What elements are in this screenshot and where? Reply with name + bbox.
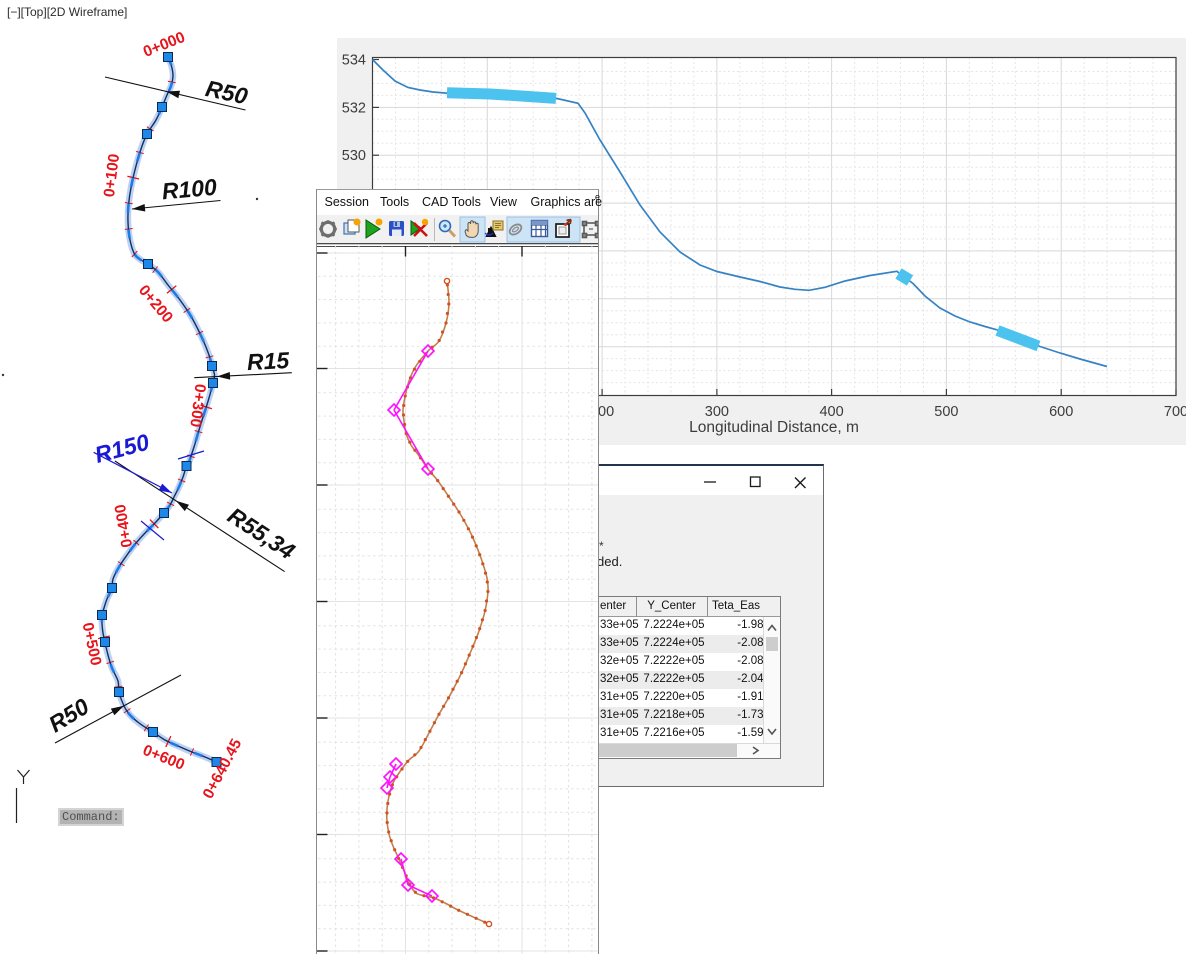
svg-text:0+640.45: 0+640.45	[200, 736, 246, 802]
svg-text:0+100: 0+100	[101, 153, 123, 198]
svg-text:R50: R50	[44, 693, 94, 738]
svg-text:0+300: 0+300	[186, 383, 208, 428]
svg-text:300: 300	[705, 404, 729, 420]
svg-text:530: 530	[342, 148, 366, 164]
svg-text:534: 534	[342, 53, 366, 69]
svg-text:Longitudinal Distance, m: Longitudinal Distance, m	[689, 419, 859, 436]
svg-text:600: 600	[1049, 404, 1073, 420]
svg-text:700: 700	[1164, 404, 1186, 420]
svg-text:400: 400	[819, 404, 843, 420]
svg-text:R55,34: R55,34	[223, 502, 300, 564]
svg-text:R100: R100	[161, 174, 218, 205]
svg-text:R50: R50	[203, 75, 250, 109]
svg-text:0+400: 0+400	[112, 503, 136, 549]
svg-text:R15: R15	[246, 347, 291, 375]
svg-text:R150: R150	[92, 429, 152, 468]
svg-text:500: 500	[934, 404, 958, 420]
svg-text:532: 532	[342, 100, 366, 116]
